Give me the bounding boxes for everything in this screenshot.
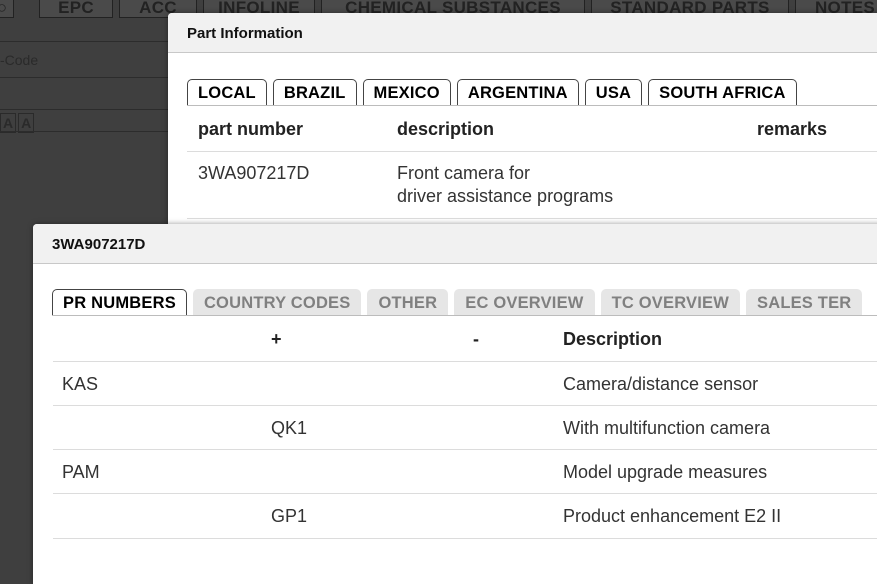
column-header-minus: - — [473, 329, 479, 349]
tab-pr-numbers[interactable]: PR NUMBERS — [52, 289, 187, 315]
divider — [0, 109, 170, 110]
table-row[interactable]: GP1 Product enhancement E2 II — [53, 493, 877, 539]
table-row[interactable]: KAS Camera/distance sensor — [53, 361, 877, 406]
code-cell: PAM — [62, 462, 100, 482]
tab-argentina[interactable]: ARGENTINA — [456, 79, 579, 105]
plus-cell: QK1 — [271, 418, 308, 438]
tab-divider — [187, 105, 877, 106]
plus-cell: GP1 — [271, 506, 308, 526]
code-cell: KAS — [62, 374, 99, 394]
dialog-title: Part Information — [168, 13, 877, 53]
tab-usa[interactable]: USA — [584, 79, 643, 105]
pr-tab-bar: PR NUMBERS COUNTRY CODES OTHER EC OVERVI… — [52, 289, 868, 315]
tab-sales-ter[interactable]: SALES TER — [746, 289, 863, 315]
tab-tc-overview[interactable]: TC OVERVIEW — [600, 289, 740, 315]
column-header-remarks: remarks — [757, 119, 828, 139]
main-tab-epc[interactable]: EPC — [39, 0, 113, 18]
tab-mexico[interactable]: MEXICO — [362, 79, 451, 105]
table-row[interactable]: QK1 With multifunction camera — [53, 405, 877, 450]
description-cell: Product enhancement E2 II — [563, 506, 782, 526]
part-information-dialog: Part Information LOCAL BRAZIL MEXICO ARG… — [168, 13, 877, 243]
description-cell: Model upgrade measures — [563, 462, 768, 482]
divider — [0, 41, 170, 42]
row-divider — [187, 218, 877, 219]
column-header-description: description — [397, 119, 495, 139]
font-decrease-icon[interactable]: A — [0, 113, 17, 133]
description-cell-line2: driver assistance programs — [397, 186, 614, 206]
country-tab-bar: LOCAL BRAZIL MEXICO ARGENTINA USA SOUTH … — [187, 79, 803, 105]
tab-brazil[interactable]: BRAZIL — [272, 79, 357, 105]
column-header-description: Description — [563, 329, 663, 349]
dialog-title: 3WA907217D — [33, 224, 877, 264]
tab-ec-overview[interactable]: EC OVERVIEW — [454, 289, 595, 315]
tab-divider — [52, 315, 877, 316]
font-increase-icon[interactable]: A — [18, 113, 35, 133]
description-cell-line1: Front camera for — [397, 163, 531, 183]
description-cell: Camera/distance sensor — [563, 374, 759, 394]
pr-numbers-dialog: 3WA907217D PR NUMBERS COUNTRY CODES OTHE… — [33, 224, 877, 584]
tab-country-codes[interactable]: COUNTRY CODES — [192, 289, 362, 315]
part-number-cell: 3WA907217D — [198, 163, 310, 183]
font-size-controls: A A — [0, 113, 36, 133]
divider — [0, 77, 170, 78]
table-row[interactable]: PAM Model upgrade measures — [53, 449, 877, 494]
tab-other[interactable]: OTHER — [367, 289, 449, 315]
main-tab-partial[interactable]: ○ — [0, 0, 14, 18]
code-field[interactable]: -Code — [0, 52, 38, 68]
tab-south-africa[interactable]: SOUTH AFRICA — [648, 79, 797, 105]
column-header-part-number: part number — [198, 119, 304, 139]
column-header-plus: + — [271, 329, 282, 349]
tab-local[interactable]: LOCAL — [187, 79, 267, 105]
description-cell: With multifunction camera — [563, 418, 771, 438]
row-divider — [187, 151, 877, 152]
divider — [0, 131, 170, 132]
